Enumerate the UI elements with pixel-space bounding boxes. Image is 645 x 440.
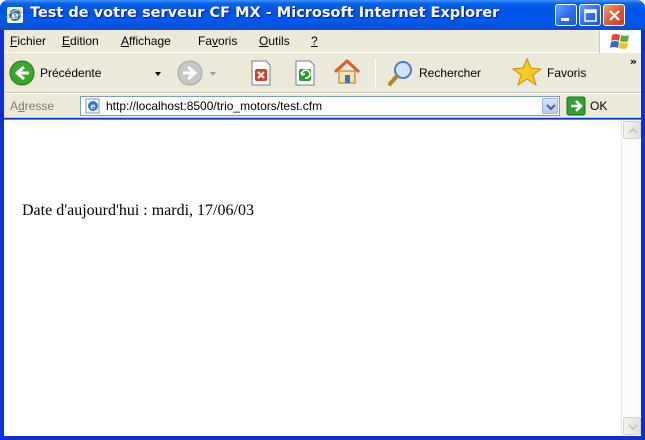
chevron-down-icon: [628, 424, 638, 431]
forward-button[interactable]: [174, 57, 216, 89]
maximize-button[interactable]: [579, 4, 601, 26]
favorites-button[interactable]: Favoris: [512, 57, 602, 89]
minimize-icon: [561, 18, 569, 21]
menu-favoris[interactable]: Favoris: [198, 34, 237, 48]
ie-icon: e: [6, 7, 23, 23]
svg-text:e: e: [90, 101, 95, 111]
browser-window: e Test de votre serveur CF MX - Microsof…: [0, 0, 645, 440]
back-label: Précédente: [40, 66, 102, 80]
address-bar: Adresse e http://localhost:8500/trio_mot…: [4, 93, 641, 118]
menu-bar: Fichier Edition Affichage Favoris Outils…: [4, 30, 641, 53]
menu-fichier[interactable]: Fichier: [10, 34, 46, 48]
go-arrow-icon: [566, 96, 586, 116]
address-dropdown-button[interactable]: [542, 98, 558, 114]
favorites-label: Favoris: [547, 66, 587, 80]
forward-arrow-icon: [177, 60, 203, 86]
stop-icon: [251, 60, 271, 86]
toolbar-separator: [375, 59, 376, 87]
page-date-text: Date d'aujourd'hui : mardi, 17/06/03: [22, 202, 254, 219]
windows-logo: [599, 30, 641, 53]
page-viewport: Date d'aujourd'hui : mardi, 17/06/03: [4, 119, 641, 436]
minimize-button[interactable]: [555, 4, 577, 26]
close-icon: [609, 10, 620, 21]
window-frame-bottom: [0, 436, 645, 440]
chevron-down-icon[interactable]: [153, 69, 163, 79]
windows-flag-icon: [610, 34, 629, 49]
menu-affichage[interactable]: Affichage: [121, 34, 171, 48]
address-label: Adresse: [10, 99, 55, 113]
ie-page-icon: e: [85, 98, 100, 114]
magnifier-icon: [388, 61, 412, 86]
chevron-up-icon: [628, 127, 638, 134]
home-button[interactable]: [332, 57, 364, 89]
stop-button[interactable]: [248, 57, 276, 89]
vertical-scrollbar[interactable]: [621, 120, 641, 436]
chevron-down-icon[interactable]: [208, 69, 218, 79]
standard-toolbar: Précédente Rechercher Favoris »: [4, 53, 641, 93]
chevron-down-icon: [546, 104, 556, 111]
menu-outils[interactable]: Outils: [259, 34, 290, 48]
back-button[interactable]: Précédente: [6, 57, 161, 89]
search-button[interactable]: Rechercher: [387, 57, 499, 89]
maximize-icon: [584, 9, 597, 22]
go-label[interactable]: OK: [590, 99, 607, 113]
star-icon: [512, 57, 542, 87]
toolbar-overflow-chevron[interactable]: »: [630, 55, 637, 68]
close-button[interactable]: [603, 4, 625, 26]
refresh-icon: [295, 60, 315, 86]
search-label: Rechercher: [419, 66, 482, 80]
go-button[interactable]: [566, 96, 586, 116]
window-title: Test de votre serveur CF MX - Microsoft …: [30, 5, 500, 21]
menu-edition[interactable]: Edition: [62, 34, 99, 48]
back-arrow-icon: [9, 60, 35, 86]
title-bar[interactable]: e Test de votre serveur CF MX - Microsof…: [0, 0, 645, 30]
refresh-button[interactable]: [292, 57, 320, 89]
address-url: http://localhost:8500/trio_motors/test.c…: [106, 99, 323, 113]
address-input[interactable]: e http://localhost:8500/trio_motors/test…: [80, 96, 560, 116]
scroll-down-button[interactable]: [623, 417, 641, 435]
scroll-up-button[interactable]: [623, 121, 641, 139]
home-icon: [333, 58, 361, 84]
menu-help[interactable]: ?: [311, 34, 318, 48]
